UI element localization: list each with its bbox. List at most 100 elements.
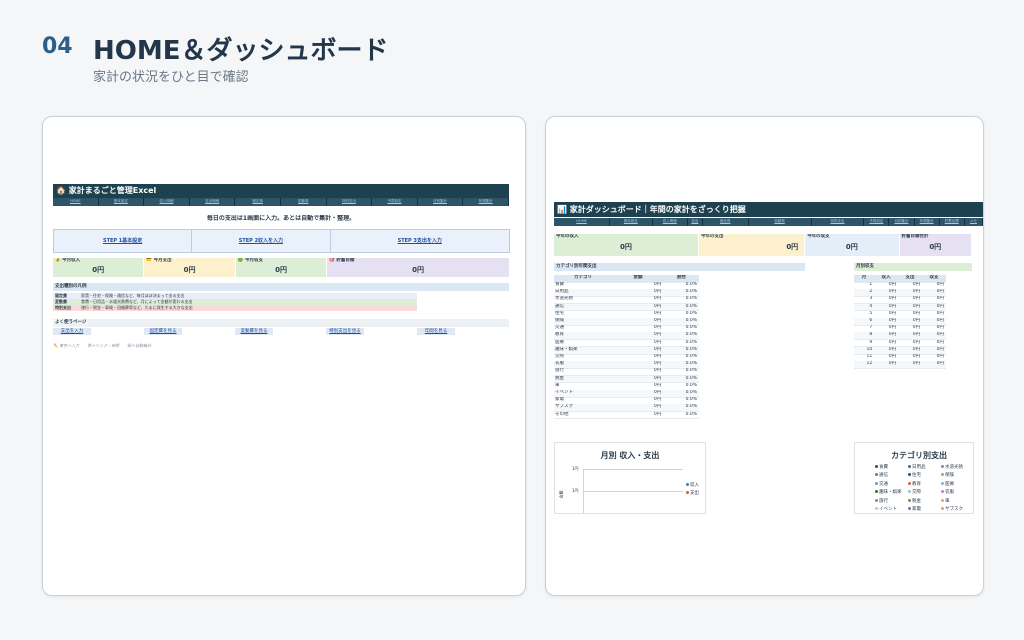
tab-income-detail[interactable]: 収入明細 [653,218,688,226]
chart1-title: 月別 収入・支出 [600,451,660,460]
category-share: 0.0% [685,325,697,331]
quick-link-yearly[interactable]: 年間を見る [417,328,455,335]
legend-label: 水道光熱 [945,465,963,470]
home-tab-row: HOME 基本設定 収入明細 支出明細 固定費 変動費 特別支出 予算設定 月別… [53,198,509,206]
slide-title: HOME＆ダッシュボード [93,36,389,66]
category-share: 0.0% [685,318,697,323]
quick-link-special[interactable]: 特別支出を見る [326,328,364,335]
category-share: 0.0% [685,368,697,374]
tab-savings[interactable]: 貯蓄目標 [940,218,965,226]
legend-desc: 旅行・税金・車検・冠婚葬祭など、たまに発生する大きな支出 [81,305,193,310]
legend-label: 住宅 [912,473,921,479]
legend-swatch [875,507,878,511]
tab-basic-settings[interactable]: 基本設定 [99,198,145,206]
month-expense: 0円 [912,310,921,316]
category-amount: 0円 [653,318,662,323]
category-amount: 0円 [653,282,662,287]
tab-special-expense[interactable]: 特別支出 [812,218,865,226]
category-share: 0.0% [685,346,697,352]
legend-label: イベント [879,507,897,513]
chart2-legend-item: 車 [941,498,973,506]
category-name: 税金 [555,375,564,381]
legend-swatch [875,473,878,477]
category-amount: 0円 [653,325,662,331]
category-share: 0.0% [685,354,697,359]
tab-budget[interactable]: 予算設定 [372,198,418,206]
kpi-year-expense: 今年の支出 0円 [698,234,806,256]
tab-budget[interactable]: 予算設定 [864,218,890,226]
month-row: 12 0円 0円 0円 [854,361,946,369]
month-expense: 0円 [912,282,921,287]
legend-swatch [908,498,911,502]
slide-number: 04 [42,34,73,59]
category-name: サブスク [555,404,573,410]
chart1-ylabel: 金額 [558,490,564,499]
category-amount: 0円 [653,404,662,410]
tab-memo[interactable]: メモ [965,218,983,226]
tab-home[interactable]: HOME [554,218,611,226]
chart2-legend-item: 衣服 [941,489,973,497]
tab-monthly[interactable]: 月別集計 [418,198,464,206]
step3-link[interactable]: STEP 3支出を入力 [331,230,509,252]
chart2-legend-item: 教育 [908,481,941,489]
legend-swatch [941,498,944,502]
quick-link-variable[interactable]: 変動費を見る [235,328,273,335]
tab-expense[interactable]: 支出 [688,218,703,226]
month-income: 0円 [888,361,897,367]
tab-yearly[interactable]: 年間集計 [463,198,509,206]
month-income: 0円 [888,289,897,295]
tab-home[interactable]: HOME [53,198,99,206]
tab-variable-cost[interactable]: 変動費 [281,198,327,206]
tab-fixed-cost[interactable]: 固定費 [235,198,281,206]
category-name: その他 [555,411,569,417]
category-amount: 0円 [653,368,662,374]
month-income: 0円 [888,282,897,287]
category-name: 食費 [555,282,564,287]
tab-special-expense[interactable]: 特別支出 [327,198,373,206]
legend-special: 特別支出 旅行・税金・車検・冠婚葬祭など、たまに発生する大きな支出 [53,305,417,311]
metric-month-expense: 💳 今月支出 0円 [144,258,236,277]
tab-fixed-cost[interactable]: 固定費 [703,218,749,226]
quick-link-fixed[interactable]: 固定費を見る [144,328,182,335]
month-income: 0円 [888,303,897,309]
tab-income-detail[interactable]: 収入明細 [144,198,190,206]
legend-swatch [908,490,911,494]
legend-label: 家電 [912,507,921,513]
month-expense: 0円 [912,346,921,352]
quick-link-expense-input[interactable]: 支出を入力 [53,328,91,335]
month-balance: 0円 [936,339,944,345]
kpi-year-income: 今年の収入 0円 [554,234,699,256]
month-income: 0円 [888,325,897,331]
category-amount: 0円 [653,411,662,417]
dashboard-title-bar: 📊 家計ダッシュボード｜年間の家計をざっくり把握 [554,202,983,217]
category-name: 教育 [555,332,564,338]
tab-monthly[interactable]: 月別集計 [889,218,915,226]
category-share: 0.0% [685,282,697,287]
legend-label: 交際 [912,490,921,496]
tab-variable-cost[interactable]: 変動費 [749,218,812,226]
home-metrics: 💰 今月収入 0円 💳 今月支出 0円 🟢 今月収支 0円 🎯 貯蓄目標 0円 [53,258,510,277]
chart1-gridline-top [583,469,683,470]
tab-yearly[interactable]: 年間集計 [915,218,940,226]
legend-label: 教育 [912,481,921,487]
category-amount: 0円 [653,375,662,381]
tab-basic-settings[interactable]: 基本設定 [610,218,653,226]
step1-link[interactable]: STEP 1基本設定 [54,230,193,252]
category-name: 日用品 [555,289,569,295]
legend-label: 税金 [912,498,921,504]
category-name: 旅行 [555,368,564,374]
category-share: 0.0% [685,397,697,403]
category-share: 0.0% [685,289,697,295]
col-header: 収支 [929,275,939,280]
category-name: 水道光熱 [555,296,573,302]
month-expense: 0円 [912,361,921,367]
category-name: イベント [555,390,573,395]
tab-expense-detail[interactable]: 支出明細 [190,198,236,206]
chart2-legend-item: 医療 [941,481,973,489]
chart2-legend-item: 交通 [875,481,908,489]
category-share: 0.0% [685,404,697,410]
chart2-legend-item: 保険 [941,472,973,480]
month-label: 4 [869,303,873,309]
step2-link[interactable]: STEP 2収入を入力 [192,230,331,252]
month-income: 0円 [888,296,897,302]
